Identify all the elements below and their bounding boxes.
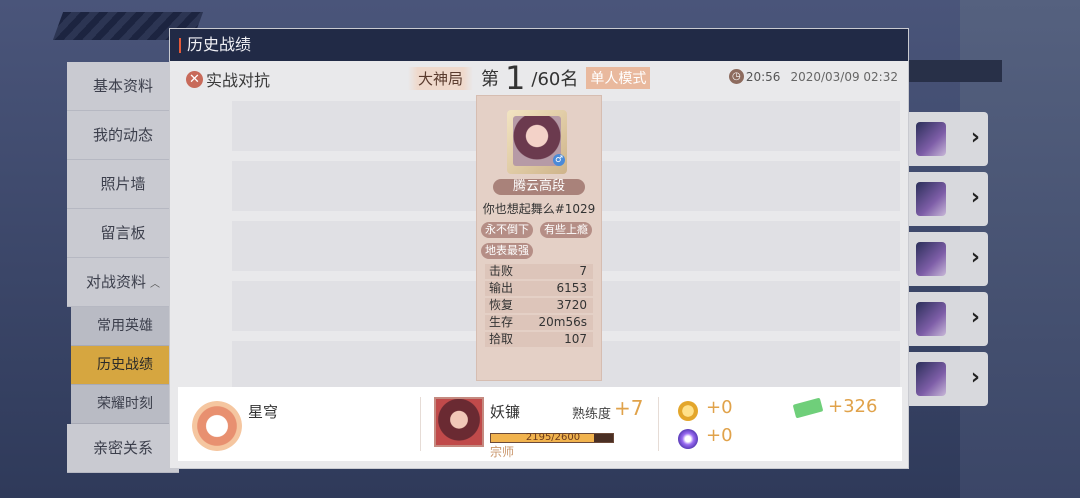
stat-label: 拾取 [489,332,514,346]
rewards-panel: 星穹 妖镰 熟练度 +7 2195/2600 宗师 +0 +0 +326 [178,387,902,461]
ticket-icon [792,397,824,419]
sidebar: 基本资料 我的动态 照片墙 留言板 对战资料 ︿ 常用英雄 历史战绩 荣耀时刻 亲… [67,62,179,473]
divider [658,397,659,451]
divider [420,397,421,451]
equipment-icon [916,362,946,396]
stat-value: 107 [564,332,587,346]
equipment-icon [916,242,946,276]
rank-number: 1 [505,59,526,97]
proficiency-bar: 2195/2600 [490,432,614,443]
stat-row: 输出 6153 [485,281,593,296]
hero-portrait[interactable] [434,397,484,447]
proficiency-gain: +7 [614,396,644,420]
sidebar-subitem-history[interactable]: 历史战绩 [71,346,179,385]
sidebar-subitem-glory[interactable]: 荣耀时刻 [71,385,179,424]
match-tag: 大神局 [408,66,474,90]
right-header-bar [908,60,1002,82]
stat-value: 7 [579,264,587,278]
clock-icon: ◷ [728,69,744,84]
stat-value: 20m56s [538,315,587,329]
stat-value: 6153 [556,281,587,295]
stat-label: 恢复 [489,298,514,312]
sidebar-subitem-heroes[interactable]: 常用英雄 [71,307,179,346]
emblem-name: 星穹 [248,403,279,421]
stat-row: 生存 20m56s [485,315,593,330]
match-row[interactable]: › [908,292,988,346]
orb-icon [678,429,698,449]
time-info: ◷ 20:56 2020/03/09 02:32 [728,69,898,84]
chevron-right-icon: › [970,365,980,390]
match-row[interactable]: › [908,112,988,166]
stat-label: 击败 [489,264,514,278]
match-duration: 20:56 [745,69,781,84]
hero-rank: 宗师 [490,445,515,459]
chevron-right-icon: › [970,125,980,150]
coin-reward: +0 [706,397,733,418]
chevron-right-icon: › [970,245,980,270]
rank-total: /60名 [531,69,579,90]
achievement-badge: 有些上瘾 [540,222,592,238]
stat-label: 生存 [489,315,514,329]
chevron-up-icon: ︿ [150,279,160,290]
rank-header: 大神局 第 1 /60名 单人模式 [408,59,651,97]
equipment-icon [916,302,946,336]
stat-value: 3720 [556,298,587,312]
stat-row: 击败 7 [485,264,593,279]
stat-row: 恢复 3720 [485,298,593,313]
rank-prefix: 第 [481,69,500,90]
stat-label: 输出 [489,281,514,295]
proficiency-bar-text: 2195/2600 [525,432,581,443]
match-row[interactable]: › [908,232,988,286]
chevron-right-icon: › [970,305,980,330]
chevron-right-icon: › [970,185,980,210]
proficiency-label: 熟练度 [572,407,612,422]
coin-icon [678,401,698,421]
ticket-reward: +326 [828,396,878,417]
sidebar-item-profile[interactable]: 基本资料 [67,62,179,111]
match-datetime: 2020/03/09 02:32 [790,69,898,84]
stat-row: 拾取 107 [485,332,593,347]
emblem-icon [192,401,242,451]
sidebar-item-photo-wall[interactable]: 照片墙 [67,160,179,209]
dialog-title: 历史战绩 [170,29,908,61]
sidebar-item-message-board[interactable]: 留言板 [67,209,179,258]
mode-label: ✕ 实战对抗 [186,67,270,91]
player-name: 你也想起舞么#1029 [482,202,596,216]
hero-name: 妖镰 [490,403,521,421]
rank-title: 腾云高段 [493,179,585,195]
crossed-swords-icon: ✕ [186,70,203,88]
match-row[interactable]: › [908,172,988,226]
achievement-badge: 地表最强 [481,243,533,259]
mode-type-tag: 单人模式 [586,67,651,89]
male-icon: ♂ [553,154,565,166]
orb-reward: +0 [706,425,733,446]
achievement-badge: 永不倒下 [481,222,533,238]
sidebar-item-activity[interactable]: 我的动态 [67,111,179,160]
history-dialog: 历史战绩 ✕ 实战对抗 大神局 第 1 /60名 单人模式 ◷ 20:56 20… [170,29,908,468]
sidebar-item-label: 对战资料 [85,273,146,291]
equipment-icon [916,122,946,156]
player-card[interactable]: ♂ 腾云高段 你也想起舞么#1029 永不倒下 有些上瘾 地表最强 击败 7 输出… [477,96,601,380]
match-row[interactable]: › [908,352,988,406]
sidebar-item-relations[interactable]: 亲密关系 [67,424,179,473]
mode-text: 实战对抗 [206,71,271,90]
sidebar-item-battle-data[interactable]: 对战资料 ︿ [67,258,179,307]
equipment-icon [916,182,946,216]
